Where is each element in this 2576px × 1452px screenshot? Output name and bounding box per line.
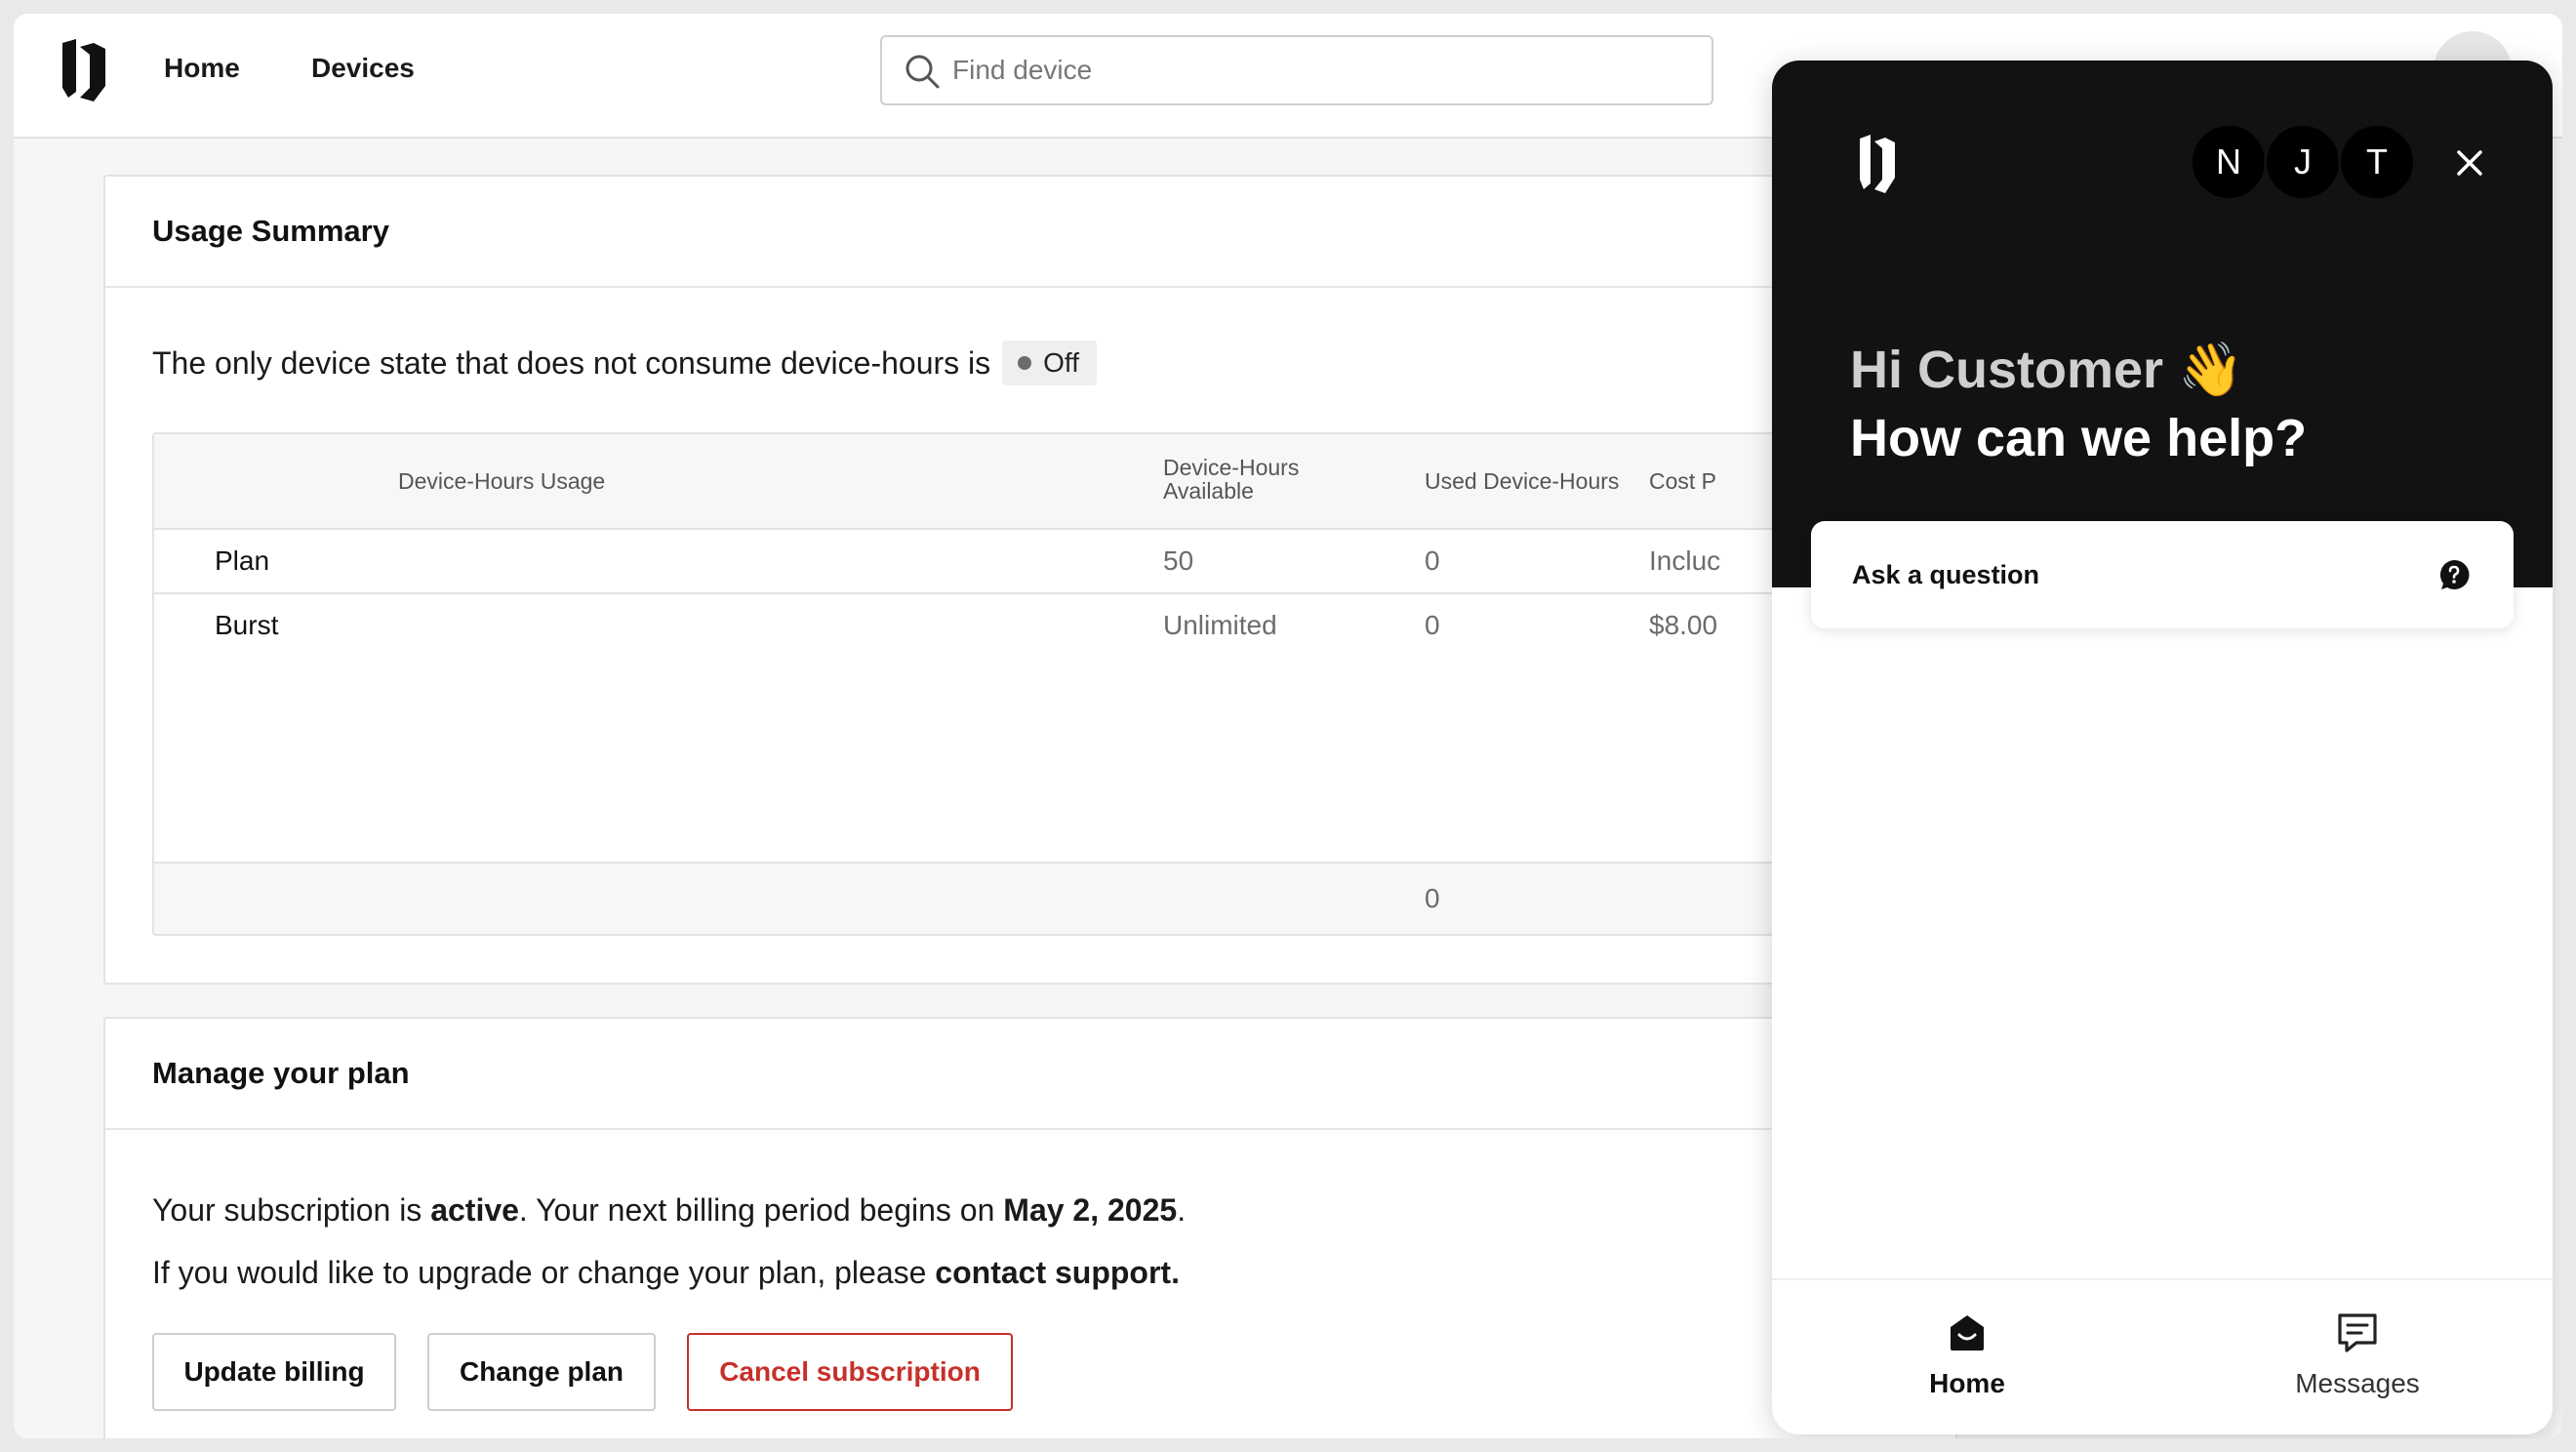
greeting-line-2: How can we help? (1850, 409, 2308, 467)
agent-avatar: N (2190, 123, 2268, 201)
row-name: Burst (215, 610, 279, 640)
manage-plan-header: Manage your plan (105, 1019, 1955, 1130)
subscription-status-text: Your subscription is active. Your next b… (152, 1192, 1186, 1229)
app-window: Home Devices Usage Summary The only devi… (14, 14, 2562, 1438)
usage-table-footer: 0 (154, 862, 1957, 934)
off-state-label: Off (1043, 347, 1079, 378)
subscription-status: active (430, 1192, 519, 1228)
row-name: Plan (215, 545, 270, 576)
agent-avatar: J (2264, 123, 2342, 201)
table-row: Burst Unlimited 0 $8.00 (154, 594, 1957, 659)
chat-greeting: Hi Customer 👋 How can we help? (1850, 336, 2307, 472)
change-plan-button[interactable]: Change plan (427, 1333, 656, 1411)
upgrade-text-prefix: If you would like to upgrade or change y… (152, 1255, 936, 1290)
usage-summary-card: Usage Summary The only device state that… (103, 175, 1959, 985)
row-cost: $8.00 (1649, 610, 1718, 640)
chat-tab-bar: Home Messages (1772, 1278, 2553, 1434)
device-state-note: The only device state that does not cons… (152, 341, 1097, 385)
manage-plan-title: Manage your plan (152, 1056, 410, 1090)
home-tab-label: Home (1929, 1368, 2005, 1398)
nav-home-link[interactable]: Home (164, 53, 240, 84)
usage-summary-title: Usage Summary (152, 214, 389, 248)
messages-tab-label: Messages (2295, 1368, 2420, 1398)
column-header-cost: Cost P (1649, 468, 1717, 494)
row-available: Unlimited (1163, 610, 1277, 640)
chat-brand-logo-icon (1860, 135, 1895, 193)
support-agents: N J T (2190, 123, 2416, 201)
billing-date: May 2, 2025 (1003, 1192, 1178, 1228)
brand-logo-icon[interactable] (60, 37, 107, 105)
contact-support-link[interactable]: contact support. (935, 1255, 1180, 1290)
cancel-subscription-button[interactable]: Cancel subscription (687, 1333, 1013, 1411)
off-state-badge: Off (1002, 341, 1097, 385)
column-header-usage: Device-Hours Usage (398, 468, 606, 494)
column-header-used: Used Device-Hours (1425, 468, 1620, 494)
close-chat-button[interactable] (2445, 139, 2494, 187)
close-icon (2457, 150, 2482, 176)
subscription-text-mid: . Your next billing period begins on (518, 1192, 1004, 1228)
greeting-line-1: Hi Customer 👋 (1850, 341, 2244, 399)
usage-summary-header: Usage Summary (105, 177, 1955, 288)
update-billing-button[interactable]: Update billing (152, 1333, 396, 1411)
chat-tab-home[interactable]: Home (1850, 1310, 2084, 1417)
home-icon (1951, 1315, 1984, 1351)
search-input[interactable] (952, 49, 1674, 92)
row-used: 0 (1425, 610, 1440, 640)
chat-header: N J T Hi Customer 👋 How can we help? (1772, 60, 2553, 587)
table-row: Plan 50 0 Incluc (154, 530, 1957, 594)
subscription-text-prefix: Your subscription is (152, 1192, 431, 1228)
row-available: 50 (1163, 545, 1194, 576)
ask-question-label: Ask a question (1852, 560, 2040, 589)
manage-plan-card: Manage your plan Your subscription is ac… (103, 1017, 1957, 1438)
support-chat-widget: N J T Hi Customer 👋 How can we help? Ask… (1772, 60, 2553, 1434)
ask-question-button[interactable]: Ask a question (1811, 521, 2514, 628)
search-box[interactable] (880, 35, 1713, 105)
upgrade-plan-text: If you would like to upgrade or change y… (152, 1255, 1180, 1291)
total-used: 0 (1425, 883, 1440, 913)
usage-table-header: Device-Hours Usage Device-Hours Availabl… (154, 434, 1957, 530)
row-cost: Incluc (1649, 545, 1721, 576)
device-state-text: The only device state that does not cons… (152, 344, 991, 381)
agent-avatar: T (2338, 123, 2416, 201)
question-bubble-icon (2439, 559, 2470, 589)
row-used: 0 (1425, 545, 1440, 576)
search-icon (906, 55, 940, 89)
messages-icon (2338, 1313, 2377, 1352)
column-header-available: Device-Hours Available (1163, 455, 1300, 504)
chat-tab-messages[interactable]: Messages (2240, 1310, 2475, 1417)
subscription-text-suffix: . (1177, 1192, 1187, 1228)
usage-table: Device-Hours Usage Device-Hours Availabl… (152, 432, 1959, 936)
nav-devices-link[interactable]: Devices (311, 53, 415, 84)
status-dot-icon (1018, 356, 1032, 370)
